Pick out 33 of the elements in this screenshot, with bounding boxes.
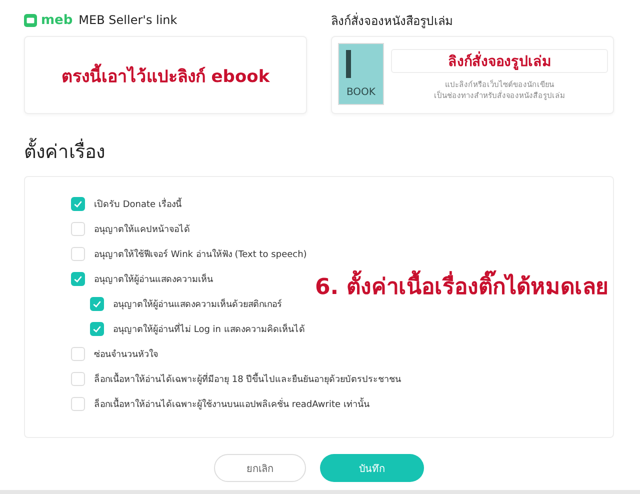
option-label: อนุญาตให้ผู้อ่านที่ไม่ Log in แสดงความคิดเห็นได้ bbox=[113, 322, 305, 336]
cover-label: BOOK bbox=[346, 87, 376, 98]
bar-icon bbox=[346, 50, 351, 78]
link-field[interactable]: ลิงก์สั่งจองรูปเล่ม bbox=[391, 49, 608, 73]
checkbox[interactable] bbox=[71, 197, 85, 211]
checkbox[interactable] bbox=[71, 272, 85, 286]
option-label: ซ่อนจำนวนหัวใจ bbox=[94, 348, 158, 361]
checkbox[interactable] bbox=[71, 372, 85, 386]
checkbox[interactable] bbox=[90, 322, 104, 336]
option-label: ล็อกเนื้อหาให้อ่านได้เฉพาะผู้ใช้งานบนแอปพลิเคชั่น readAwrite เท่านั้น bbox=[94, 397, 370, 411]
brand-name: meb bbox=[41, 12, 73, 28]
annotation-text: 6. ตั้งค่าเนื้อเรื่องติ๊กได้หมดเลย bbox=[315, 269, 608, 304]
section-title: ลิงก์สั่งจองหนังสือรูปเล่ม bbox=[331, 12, 453, 30]
check-icon bbox=[92, 324, 102, 334]
section-heading: ตั้งค่าเรื่อง bbox=[24, 136, 614, 166]
checkbox[interactable] bbox=[71, 222, 85, 236]
check-icon bbox=[92, 299, 102, 309]
check-icon bbox=[73, 199, 83, 209]
section-title: MEB Seller's link bbox=[78, 13, 178, 27]
option-label: อนุญาตให้แคปหน้าจอได้ bbox=[94, 222, 190, 236]
option-label: อนุญาตให้ใช้ฟีเจอร์ Wink อ่านให้ฟัง (Text to speech) bbox=[94, 248, 307, 261]
cancel-button[interactable]: ยกเลิก bbox=[214, 454, 306, 482]
annotation-text: ตรงนี้เอาไว้แปะลิงก์ ebook bbox=[61, 62, 270, 88]
logo-icon bbox=[24, 14, 37, 26]
option-label: เปิดรับ Donate เรื่องนี้ bbox=[94, 197, 182, 211]
checkbox[interactable] bbox=[90, 297, 104, 311]
option-label: ล็อกเนื้อหาให้อ่านได้เฉพาะผู้ที่มีอายุ 18 ปีขึ้นไปและยืนยันอายุด้วยบัตรประชาชน bbox=[94, 372, 402, 386]
check-icon bbox=[73, 274, 83, 284]
checkbox[interactable] bbox=[71, 397, 85, 411]
option-label: อนุญาตให้ผู้อ่านแสดงความเห็น bbox=[94, 272, 213, 286]
checkbox[interactable] bbox=[71, 347, 85, 361]
option-label: อนุญาตให้ผู้อ่านแสดงความเห็นด้วยสติกเกอร์ bbox=[113, 298, 282, 311]
checkbox[interactable] bbox=[71, 247, 85, 261]
